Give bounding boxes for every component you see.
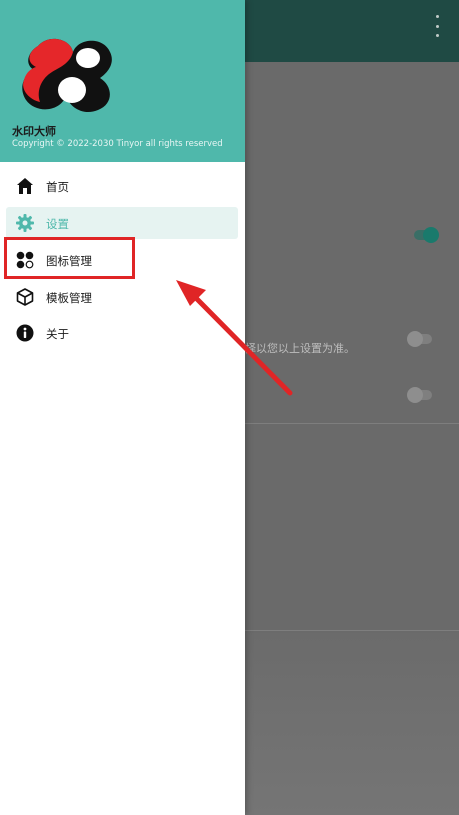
background-divider-1 [245, 423, 459, 424]
menu-item-template-manage[interactable]: 模板管理 [6, 281, 238, 313]
more-options-icon[interactable] [433, 15, 441, 37]
copyright-text: Copyright © 2022-2030 Tinyor all rights … [12, 139, 223, 149]
menu-item-settings[interactable]: 设置 [6, 207, 238, 239]
menu-item-label: 关于 [46, 327, 69, 341]
background-divider-2 [245, 630, 459, 631]
menu-item-about[interactable]: 关于 [6, 317, 238, 349]
drawer-header: 水印大师 Copyright © 2022-2030 Tinyor all ri… [0, 0, 245, 162]
annotation-highlight-box [4, 237, 135, 279]
gear-icon [16, 214, 34, 232]
app-name: 水印大师 [12, 125, 56, 138]
background-lower-panel [245, 633, 459, 815]
background-toggle-off-1[interactable] [407, 331, 432, 347]
background-toggle-on[interactable] [414, 227, 439, 243]
menu-item-label: 首页 [46, 180, 69, 194]
template-cube-icon [16, 288, 34, 306]
home-icon [17, 178, 33, 194]
background-toggle-off-2[interactable] [407, 387, 432, 403]
menu-item-home[interactable]: 首页 [6, 170, 238, 202]
menu-item-label: 设置 [46, 217, 69, 231]
info-icon [16, 324, 34, 342]
navigation-drawer: 水印大师 Copyright © 2022-2030 Tinyor all ri… [0, 0, 245, 815]
app-logo [22, 38, 112, 113]
background-setting-text: 择以您以上设置为准。 [245, 342, 355, 355]
menu-item-label: 模板管理 [46, 291, 92, 305]
